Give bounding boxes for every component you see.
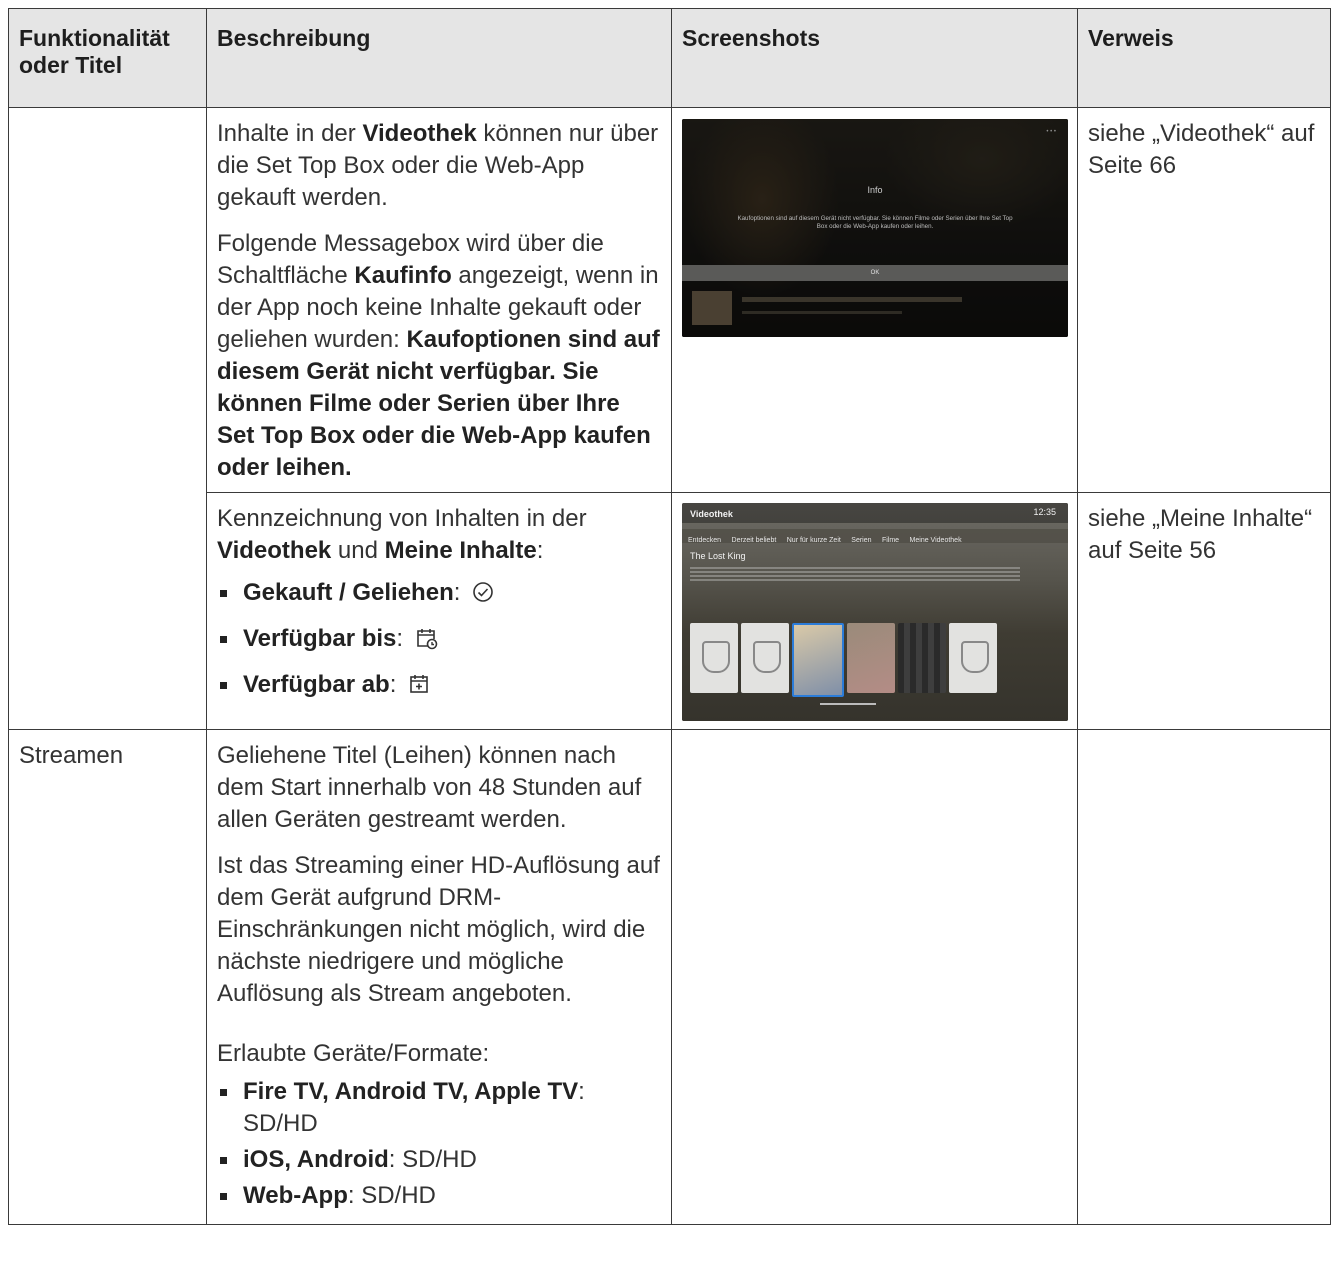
item-label: Verfügbar bis [243,625,397,652]
placeholder-tile[interactable] [949,623,997,693]
title-cell: Streamen [8,729,207,1225]
item-label: Gekauft / Geliehen [243,579,454,606]
text: : [389,671,397,698]
bold-term: Videothek [362,120,477,147]
text: und [331,537,385,564]
format-value: : SD/HD [388,1146,477,1173]
paragraph: Folgende Messagebox wird über die Schalt… [217,228,661,484]
paragraph: Kennzeichnung von Inhalten in der Videot… [217,503,661,567]
clock: • • • [1046,129,1056,135]
list-item: Verfügbar ab: [217,669,661,701]
clock: 12:35 [1033,507,1056,517]
reference-cell[interactable]: siehe „Videothek“ auf Seite 66 [1077,107,1331,493]
bold-term: Kaufinfo [354,262,452,289]
nav-item[interactable]: Derzeit beliebt [732,537,777,544]
text: : [453,579,461,606]
format-list: Fire TV, Android TV, Apple TV: SD/HD iOS… [217,1076,661,1212]
blurred-text [742,311,902,314]
header-screenshots: Screenshots [671,8,1078,108]
screenshot-cell: • • • Info Kaufoptionen sind auf diesem … [671,107,1078,493]
nav-item[interactable]: Entdecken [688,537,721,544]
bold-term: Meine Inhalte [384,537,537,564]
nav-item[interactable]: Nur für kurze Zeit [787,537,841,544]
placeholder-tile[interactable] [690,623,738,693]
list-item: Gekauft / Geliehen: [217,577,661,609]
poster-tile[interactable] [898,623,946,693]
scroll-indicator [820,703,876,705]
description-cell: Kennzeichnung von Inhalten in der Videot… [206,492,672,730]
calendar-clock-icon [416,629,438,650]
ok-button[interactable]: OK [682,265,1068,281]
empty-screenshot-cell [671,729,1078,1225]
table-row: Inhalte in der Videothek können nur über… [8,107,1331,730]
paragraph: Erlaubte Geräte/Formate: [217,1040,490,1067]
app-logo: Videothek [690,509,733,519]
paragraph: Geliehene Titel (Leihen) können nach dem… [217,742,642,833]
poster-tile[interactable] [792,623,844,697]
reference-cell[interactable]: siehe „Meine Inhalte“ auf Seite 56 [1077,492,1331,730]
blurred-text [742,297,962,302]
tile-row [690,623,997,697]
format-value: : SD/HD [347,1182,436,1209]
screenshot-cell: Videothek 12:35 Entdecken Derzeit belieb… [671,492,1078,730]
nav-item[interactable]: Serien [851,537,871,544]
nav-bar: Entdecken Derzeit beliebt Nur für kurze … [682,529,1068,544]
table-row: Kennzeichnung von Inhalten in der Videot… [9,492,1331,730]
table-row: Streamen Geliehene Titel (Leihen) können… [8,729,1331,1225]
bold-term: Videothek [217,537,332,564]
content-title: The Lost King [690,551,746,561]
info-dialog-screenshot: • • • Info Kaufoptionen sind auf diesem … [682,119,1068,337]
blurred-text [690,567,1020,581]
paragraph: Ist das Streaming einer HD-Auflösung auf… [217,852,660,1007]
text: Kennzeichnung von Inhalten in der [217,505,587,532]
poster-tile[interactable] [847,623,895,693]
nav-item[interactable]: Meine Videothek [910,537,962,544]
list-item: iOS, Android: SD/HD [217,1144,661,1176]
empty-title-cell [8,107,207,730]
item-label: Verfügbar ab [243,671,390,698]
list-item: Fire TV, Android TV, Apple TV: SD/HD [217,1076,661,1140]
header-row: Funktionalität oder Titel Beschreibung S… [8,8,1331,108]
check-circle-icon [473,582,493,602]
empty-reference-cell [1077,729,1331,1225]
device-name: Fire TV, Android TV, Apple TV [243,1078,579,1105]
top-bar [682,503,1068,523]
device-name: Web-App [243,1182,348,1209]
nav-item[interactable]: Filme [882,537,899,544]
calendar-plus-icon [410,675,428,693]
list-item: Web-App: SD/HD [217,1180,661,1212]
device-name: iOS, Android [243,1146,389,1173]
thumbnail [692,291,732,325]
videothek-screenshot: Videothek 12:35 Entdecken Derzeit belieb… [682,503,1068,721]
text: Inhalte in der [217,120,363,147]
dialog-message: Kaufoptionen sind auf diesem Gerät nicht… [737,215,1013,230]
header-functionality: Funktionalität oder Titel [8,8,207,108]
description-cell: Inhalte in der Videothek können nur über… [206,107,672,493]
placeholder-tile[interactable] [741,623,789,693]
text: : [396,625,404,652]
feature-table: Funktionalität oder Titel Beschreibung S… [8,8,1331,1225]
description-cell: Geliehene Titel (Leihen) können nach dem… [206,729,672,1225]
marker-list: Gekauft / Geliehen: Verfügbar bis: Verfü… [217,577,661,701]
text: : [536,537,544,564]
header-reference: Verweis [1077,8,1331,108]
paragraph: Inhalte in der Videothek können nur über… [217,118,661,214]
dialog-title: Info [867,185,883,195]
list-item: Verfügbar bis: [217,623,661,655]
header-description: Beschreibung [206,8,672,108]
